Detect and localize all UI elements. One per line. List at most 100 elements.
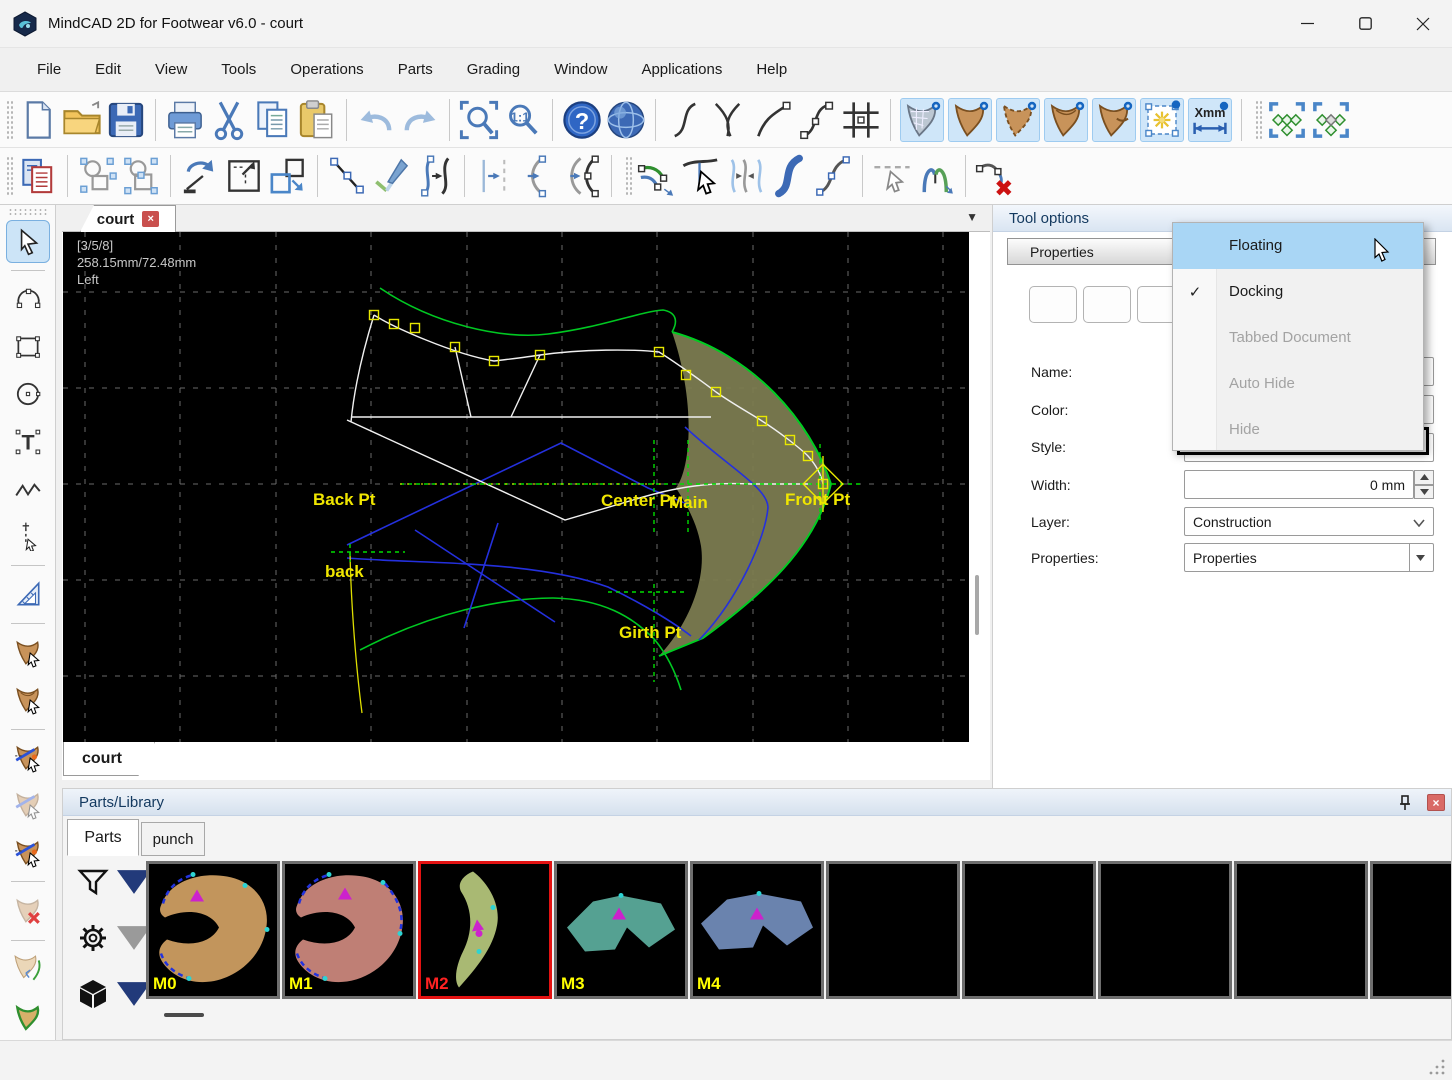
arc-open-double-icon[interactable]: [560, 154, 604, 198]
properties-combobox[interactable]: Properties: [1184, 543, 1434, 572]
part-edit-tool[interactable]: [6, 737, 50, 780]
minimize-button[interactable]: [1278, 0, 1336, 47]
menu-grading[interactable]: Grading: [450, 55, 537, 84]
align-points-1-icon[interactable]: [1265, 98, 1309, 142]
part-visibility-2-icon[interactable]: [996, 98, 1040, 142]
part-thumbnail-m0[interactable]: M0: [146, 861, 280, 999]
copy-icon[interactable]: [251, 98, 295, 142]
text-tool[interactable]: T: [6, 420, 50, 463]
part-thumbnail-m3[interactable]: M3: [554, 861, 688, 999]
dropdown-arrow-icon[interactable]: [1409, 544, 1425, 571]
parts-close-icon[interactable]: ×: [1427, 794, 1445, 811]
width-spinner[interactable]: [1414, 470, 1434, 499]
menu-item-auto-hide[interactable]: Auto Hide: [1173, 360, 1423, 406]
part-visibility-3-icon[interactable]: [1044, 98, 1088, 142]
pick-curve-icon[interactable]: [679, 154, 723, 198]
part-edit-tool-faded[interactable]: [6, 784, 50, 827]
view-3d-tool[interactable]: [76, 977, 151, 1011]
part-thumbnail-empty[interactable]: [1234, 861, 1368, 999]
circle-tool[interactable]: [6, 373, 50, 416]
toolbar-drag-handle[interactable]: [625, 156, 632, 196]
curve-with-points-icon[interactable]: [795, 98, 839, 142]
tab-close-icon[interactable]: ×: [142, 211, 159, 227]
toolbar-drag-handle[interactable]: [1255, 100, 1262, 140]
part-delete-tool[interactable]: [6, 889, 50, 932]
resize-grip-icon[interactable]: [1428, 1058, 1446, 1076]
menu-view[interactable]: View: [138, 55, 204, 84]
curve-points-icon[interactable]: [811, 154, 855, 198]
menu-edit[interactable]: Edit: [78, 55, 138, 84]
menu-item-tabbed-document[interactable]: Tabbed Document: [1173, 315, 1423, 361]
settings-tool[interactable]: [76, 921, 151, 955]
select-tool[interactable]: [6, 220, 50, 263]
ruler-tool[interactable]: [6, 573, 50, 616]
menu-item-hide[interactable]: Hide: [1173, 406, 1423, 452]
cut-icon[interactable]: [207, 98, 251, 142]
open-folder-icon[interactable]: [60, 98, 104, 142]
drawing-canvas[interactable]: [3/5/8] 258.15mm/72.48mm Left Back Pt Ce…: [63, 232, 969, 742]
part-thumbnail-empty[interactable]: [1098, 861, 1232, 999]
canvas-vertical-scrollbar[interactable]: [975, 575, 979, 635]
part-tool-1[interactable]: [6, 631, 50, 674]
part-thumbnail-m4[interactable]: M4: [690, 861, 824, 999]
spin-down-icon[interactable]: [1414, 485, 1434, 500]
tab-court[interactable]: court ×: [80, 205, 176, 232]
delete-curve-icon[interactable]: [973, 154, 1017, 198]
cross-curves-icon[interactable]: [707, 98, 751, 142]
edit-segment-icon[interactable]: [325, 154, 369, 198]
style-preset-button-2[interactable]: [1083, 286, 1131, 323]
new-document-icon[interactable]: [16, 98, 60, 142]
resize-icon[interactable]: [222, 154, 266, 198]
maximize-button[interactable]: [1336, 0, 1394, 47]
tab-parts[interactable]: Parts: [67, 819, 139, 856]
help-icon[interactable]: ?: [560, 98, 604, 142]
frame-highlight-icon[interactable]: [1140, 98, 1184, 142]
part-offset-tool[interactable]: [6, 948, 50, 991]
arc-open-icon[interactable]: [516, 154, 560, 198]
paste-icon[interactable]: [295, 98, 339, 142]
web-globe-icon[interactable]: [604, 98, 648, 142]
menu-file[interactable]: File: [20, 55, 78, 84]
menu-operations[interactable]: Operations: [273, 55, 380, 84]
rectangle-tool[interactable]: [6, 325, 50, 368]
part-thumbnail-empty[interactable]: [826, 861, 960, 999]
width-field[interactable]: 0 mm: [1184, 470, 1414, 499]
part-thumbnail-m2-selected[interactable]: M2: [418, 861, 552, 999]
tab-punch[interactable]: punch: [141, 822, 205, 856]
corner-curves-icon[interactable]: [635, 154, 679, 198]
rotate-icon[interactable]: [178, 154, 222, 198]
menu-applications[interactable]: Applications: [624, 55, 739, 84]
menu-window[interactable]: Window: [537, 55, 624, 84]
part-visibility-4-icon[interactable]: [1092, 98, 1136, 142]
pin-icon[interactable]: [1397, 794, 1413, 811]
parts-library-header[interactable]: Parts/Library: [63, 789, 1451, 816]
style-preset-button-1[interactable]: [1029, 286, 1077, 323]
part-thumbnail-empty[interactable]: [1370, 861, 1451, 999]
save-icon[interactable]: [104, 98, 148, 142]
thicken-curve-icon[interactable]: [767, 154, 811, 198]
layer-combobox[interactable]: Construction: [1184, 507, 1434, 536]
bottom-tab-court[interactable]: court: [63, 742, 155, 776]
menu-parts[interactable]: Parts: [381, 55, 450, 84]
filter-tool[interactable]: [76, 865, 151, 899]
part-tool-2[interactable]: [6, 678, 50, 721]
arc-icon[interactable]: [751, 98, 795, 142]
align-points-2-icon[interactable]: [1309, 98, 1353, 142]
smooth-check-icon[interactable]: [369, 154, 413, 198]
merge-curves-icon[interactable]: [723, 154, 767, 198]
toolbar-drag-handle[interactable]: [6, 100, 13, 140]
redo-icon[interactable]: [398, 98, 442, 142]
hidden-line-cursor-icon[interactable]: [870, 154, 914, 198]
arc-tool[interactable]: [6, 278, 50, 321]
fold-curve-icon[interactable]: [914, 154, 958, 198]
zoom-selection-icon[interactable]: [457, 98, 501, 142]
tab-list-dropdown-icon[interactable]: ▼: [966, 210, 978, 224]
grid-icon[interactable]: [839, 98, 883, 142]
print-icon[interactable]: [163, 98, 207, 142]
toolbar-drag-handle[interactable]: [6, 156, 13, 196]
parts-horizontal-scrollbar[interactable]: [164, 1013, 204, 1017]
copy-properties-icon[interactable]: [16, 154, 60, 198]
undo-icon[interactable]: [354, 98, 398, 142]
menu-help[interactable]: Help: [739, 55, 804, 84]
part-thumbnail-empty[interactable]: [962, 861, 1096, 999]
